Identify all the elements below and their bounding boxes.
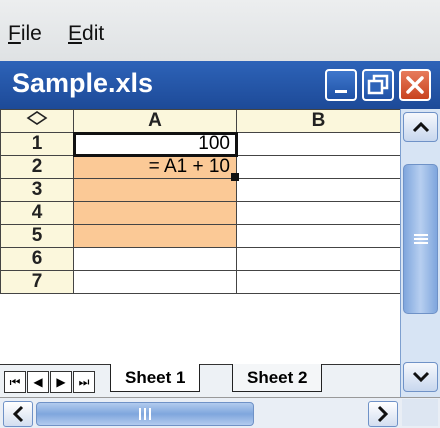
chevron-down-icon: [412, 371, 429, 383]
minimize-icon: [335, 90, 347, 93]
cell-b2[interactable]: [236, 155, 400, 179]
chevron-up-icon: [412, 121, 429, 133]
grip-icon: [413, 234, 428, 244]
grip-icon: [139, 408, 151, 420]
menu-bar: File Edit: [0, 0, 440, 61]
menu-edit[interactable]: Edit: [68, 22, 104, 46]
menu-file-label: ile: [20, 22, 42, 45]
scroll-down-button[interactable]: [403, 362, 438, 392]
prev-icon: ◀: [33, 375, 43, 389]
cell-a2[interactable]: = A1 + 10: [73, 155, 237, 179]
scroll-right-button[interactable]: [368, 401, 398, 427]
restore-icon: [367, 74, 389, 95]
menu-file[interactable]: File: [8, 22, 42, 46]
row-header[interactable]: 7: [0, 270, 74, 294]
resize-grip[interactable]: [402, 399, 438, 426]
cell-b5[interactable]: [236, 224, 400, 248]
cell-a3[interactable]: [73, 178, 237, 202]
scroll-left-button[interactable]: [3, 401, 33, 427]
cell-a7[interactable]: [73, 270, 237, 294]
cell-a6[interactable]: [73, 247, 237, 271]
menu-edit-label: dit: [82, 22, 105, 45]
spreadsheet-grid: A B 1 100 2 = A1 + 10 3 4 5 6 7: [0, 109, 400, 364]
cell-b3[interactable]: [236, 178, 400, 202]
chevron-right-icon: [377, 405, 389, 423]
cell-b4[interactable]: [236, 201, 400, 225]
row-header[interactable]: 2: [0, 155, 74, 179]
column-header-b[interactable]: B: [236, 109, 400, 133]
scroll-up-button[interactable]: [403, 112, 438, 142]
row-header[interactable]: 1: [0, 132, 74, 156]
horizontal-scroll-thumb[interactable]: [36, 402, 254, 426]
column-header-a[interactable]: A: [73, 109, 237, 133]
row-header[interactable]: 3: [0, 178, 74, 202]
vertical-scrollbar[interactable]: [400, 109, 440, 397]
next-sheet-button[interactable]: ▶: [50, 371, 72, 393]
prev-sheet-button[interactable]: ◀: [27, 371, 49, 393]
last-icon: ⏭: [78, 374, 90, 389]
menu-edit-accelerator: E: [68, 22, 83, 45]
first-icon: ⏮: [9, 374, 21, 389]
cell-b7[interactable]: [236, 270, 400, 294]
row-header[interactable]: 5: [0, 224, 74, 248]
cell-a5[interactable]: [73, 224, 237, 248]
chevron-left-icon: [12, 405, 24, 423]
tab-sheet-1[interactable]: Sheet 1: [110, 364, 201, 392]
cell-a4[interactable]: [73, 201, 237, 225]
cell-a1[interactable]: 100: [72, 131, 238, 157]
restore-button[interactable]: [362, 69, 394, 101]
menu-file-accelerator: F: [8, 22, 21, 45]
next-icon: ▶: [56, 375, 66, 389]
sheet-tab-bar: ⏮ ◀ ▶ ⏭ Sheet 1 Sheet 2: [0, 364, 400, 397]
close-button[interactable]: [399, 69, 431, 101]
first-sheet-button[interactable]: ⏮: [4, 371, 26, 393]
cell-b6[interactable]: [236, 247, 400, 271]
minimize-button[interactable]: [325, 69, 357, 101]
horizontal-scrollbar[interactable]: [0, 397, 440, 428]
row-header[interactable]: 6: [0, 247, 74, 271]
select-all-icon: [26, 111, 48, 125]
tab-sheet-2[interactable]: Sheet 2: [232, 364, 323, 392]
cell-b1[interactable]: [236, 132, 400, 156]
row-header[interactable]: 4: [0, 201, 74, 225]
window-title: Sample.xls: [12, 68, 154, 98]
last-sheet-button[interactable]: ⏭: [73, 371, 95, 393]
title-bar: Sample.xls: [0, 61, 440, 109]
vertical-scroll-thumb[interactable]: [403, 164, 438, 314]
select-all-corner[interactable]: [0, 109, 74, 133]
fill-handle[interactable]: [231, 173, 239, 181]
close-icon: [406, 76, 424, 94]
